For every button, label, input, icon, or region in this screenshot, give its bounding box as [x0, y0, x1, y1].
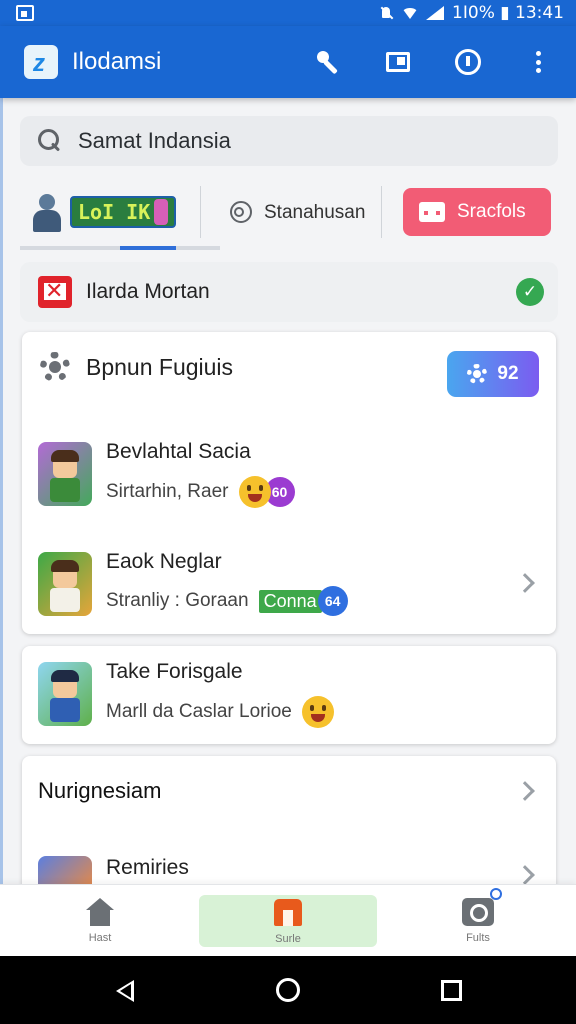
mail-icon	[38, 276, 72, 308]
alert-row[interactable]: Ilarda Mortan ✓	[20, 262, 558, 322]
list-item-title: Bevlahtal Sacia	[106, 440, 251, 463]
wrench-icon	[316, 50, 340, 74]
schedule-filter-button[interactable]: Sracfols	[403, 188, 551, 236]
info-button[interactable]	[446, 40, 490, 84]
count-badge: 64	[317, 586, 348, 616]
window-icon	[386, 52, 410, 72]
divider	[200, 186, 201, 238]
section-title[interactable]: Nurignesiam	[38, 778, 162, 804]
location-icon	[228, 200, 252, 226]
nav-item-store[interactable]: Surle	[248, 885, 328, 957]
mute-icon	[378, 6, 394, 20]
list-item-title: Eaok Neglar	[106, 550, 222, 573]
nav-label: Surle	[275, 933, 301, 945]
search-input[interactable]: Samat Indansia	[20, 116, 558, 166]
settings-badge-count: 92	[497, 363, 519, 384]
more-vert-icon	[535, 51, 541, 73]
camera-icon	[462, 888, 502, 926]
wrench-button[interactable]	[306, 40, 350, 84]
game-thumbnail	[38, 442, 92, 506]
game-thumbnail	[38, 662, 92, 726]
nav-label: Fults	[466, 932, 490, 944]
game-badge-label: LoI IK	[78, 200, 151, 224]
list-item-title: Take Forisgale	[106, 660, 243, 683]
divider	[381, 186, 382, 238]
nav-label: Hast	[88, 932, 112, 944]
gear-icon	[467, 364, 488, 384]
status-bar: 1I0% ▮ 13:41	[0, 0, 576, 26]
briefcase-icon	[419, 202, 445, 222]
filter-row: LoI IK Stanahusan Sracfols	[20, 186, 558, 250]
person-icon	[30, 192, 64, 232]
list-item[interactable]: Eaok Neglar Stranliy : Goraan Conna 64	[22, 532, 556, 632]
signal-icon	[426, 6, 445, 20]
home-circle-icon[interactable]	[276, 978, 300, 1002]
notification-dot	[490, 888, 502, 900]
search-icon	[38, 129, 62, 153]
app-logo-icon: z	[24, 45, 58, 79]
store-icon	[273, 897, 303, 927]
nav-item-camera[interactable]: Fults	[438, 885, 518, 957]
chevron-right-icon	[515, 865, 535, 885]
alert-text: Ilarda Mortan	[86, 280, 210, 303]
status-tag: Conna	[258, 589, 322, 613]
list-item-subtitle: Sirtarhin, Raer	[106, 481, 229, 502]
game-badge-figure	[154, 199, 169, 225]
list-item-title[interactable]: Remiries	[106, 856, 189, 880]
chevron-right-icon	[515, 573, 535, 593]
tab-underline-active	[120, 246, 176, 250]
more-button[interactable]	[516, 40, 560, 84]
nav-item-home[interactable]: Hast	[60, 885, 140, 957]
games-card: Bpnun Fugiuis 92 Bevlahtal Sacia Sirtarh…	[22, 332, 556, 634]
recents-icon[interactable]	[441, 980, 462, 1001]
back-icon[interactable]	[116, 980, 134, 1002]
wifi-icon	[402, 7, 419, 19]
system-nav-bar	[0, 956, 576, 1024]
location-filter-label: Stanahusan	[264, 202, 366, 223]
smile-emoji-icon	[238, 476, 271, 508]
location-filter[interactable]: Stanahusan	[228, 200, 365, 226]
list-item[interactable]: Take Forisgale Marll da Caslar Lorioe	[22, 646, 556, 744]
list-item[interactable]: Bevlahtal Sacia Sirtarhin, Raer 60	[22, 422, 556, 522]
smile-emoji-icon	[301, 696, 334, 728]
check-icon: ✓	[516, 278, 544, 306]
list-item-subtitle: Stranliy : Goraan	[106, 590, 249, 611]
search-value: Samat Indansia	[78, 128, 231, 153]
game-thumbnail	[38, 552, 92, 616]
status-text: 1I0% ▮ 13:41	[452, 3, 564, 23]
app-bar: z Ilodamsi	[0, 26, 576, 98]
card-title: Bpnun Fugiuis	[86, 353, 234, 380]
info-icon	[455, 49, 481, 75]
settings-badge-button[interactable]: 92	[447, 351, 539, 397]
game-filter-tab[interactable]: LoI IK	[30, 190, 177, 234]
screenshot-icon	[16, 5, 34, 21]
schedule-filter-label: Sracfols	[457, 201, 526, 222]
home-icon	[85, 898, 115, 926]
section-card: Nurignesiam Remiries	[22, 756, 556, 896]
page-edge	[0, 98, 3, 884]
gear-icon	[40, 352, 70, 382]
bottom-nav: Hast Surle Fults	[0, 884, 576, 956]
app-title: Ilodamsi	[72, 48, 162, 75]
window-button[interactable]	[376, 40, 420, 84]
list-item-subtitle: Marll da Caslar Lorioe	[106, 701, 292, 722]
game-badge: LoI IK	[70, 196, 177, 228]
chevron-right-icon[interactable]	[515, 781, 535, 801]
